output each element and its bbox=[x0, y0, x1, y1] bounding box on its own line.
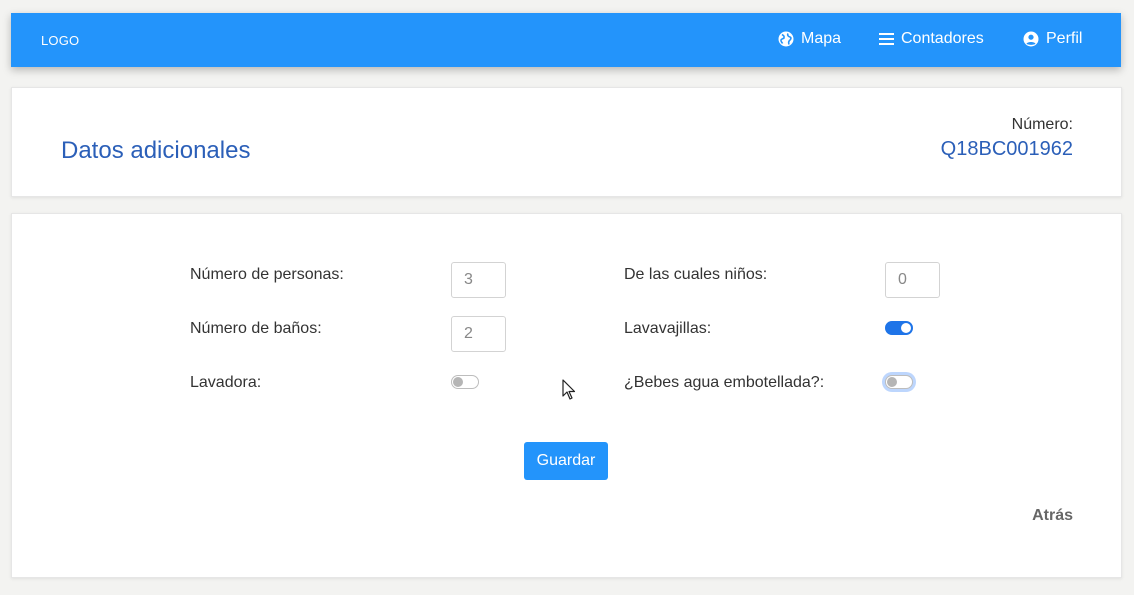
ninos-label: De las cuales niños: bbox=[624, 266, 768, 283]
header-card: Datos adicionales Número: Q18BC001962 bbox=[11, 87, 1122, 197]
agua-label: ¿Bebes agua embotellada?: bbox=[624, 374, 825, 391]
toggle-knob bbox=[887, 377, 897, 387]
personas-input[interactable] bbox=[451, 262, 506, 298]
personas-label: Número de personas: bbox=[190, 266, 344, 283]
nav-item-label: Contadores bbox=[901, 30, 984, 47]
banos-label: Número de baños: bbox=[190, 320, 322, 337]
mouse-cursor-icon bbox=[562, 379, 576, 400]
toggle-knob bbox=[901, 323, 911, 333]
back-link[interactable]: Atrás bbox=[1032, 507, 1073, 525]
top-navbar: LOGO Mapa Contadores Perfil bbox=[11, 13, 1121, 67]
page-title: Datos adicionales bbox=[61, 137, 251, 164]
banos-input[interactable] bbox=[451, 316, 506, 352]
nav-item-mapa[interactable]: Mapa bbox=[778, 30, 841, 48]
user-circle-icon bbox=[1023, 31, 1039, 47]
logo[interactable]: LOGO bbox=[41, 33, 79, 48]
ninos-input[interactable] bbox=[885, 262, 940, 298]
lavavajillas-label: Lavavajillas: bbox=[624, 320, 712, 337]
nav-item-perfil[interactable]: Perfil bbox=[1023, 30, 1082, 48]
menu-icon bbox=[879, 33, 894, 45]
lavadora-label: Lavadora: bbox=[190, 374, 262, 391]
nav-item-contadores[interactable]: Contadores bbox=[879, 30, 984, 48]
toggle-knob bbox=[453, 377, 463, 387]
numero-label: Número: bbox=[1011, 116, 1073, 133]
nav-item-label: Perfil bbox=[1046, 30, 1083, 47]
lavavajillas-toggle[interactable] bbox=[885, 321, 913, 335]
lavadora-toggle[interactable] bbox=[451, 375, 479, 389]
nav-item-label: Mapa bbox=[801, 30, 842, 47]
form-card: Número de personas: De las cuales niños:… bbox=[11, 213, 1122, 578]
save-button[interactable]: Guardar bbox=[524, 442, 608, 480]
numero-value: Q18BC001962 bbox=[940, 138, 1073, 160]
agua-toggle[interactable] bbox=[885, 375, 913, 389]
globe-icon bbox=[778, 31, 794, 47]
